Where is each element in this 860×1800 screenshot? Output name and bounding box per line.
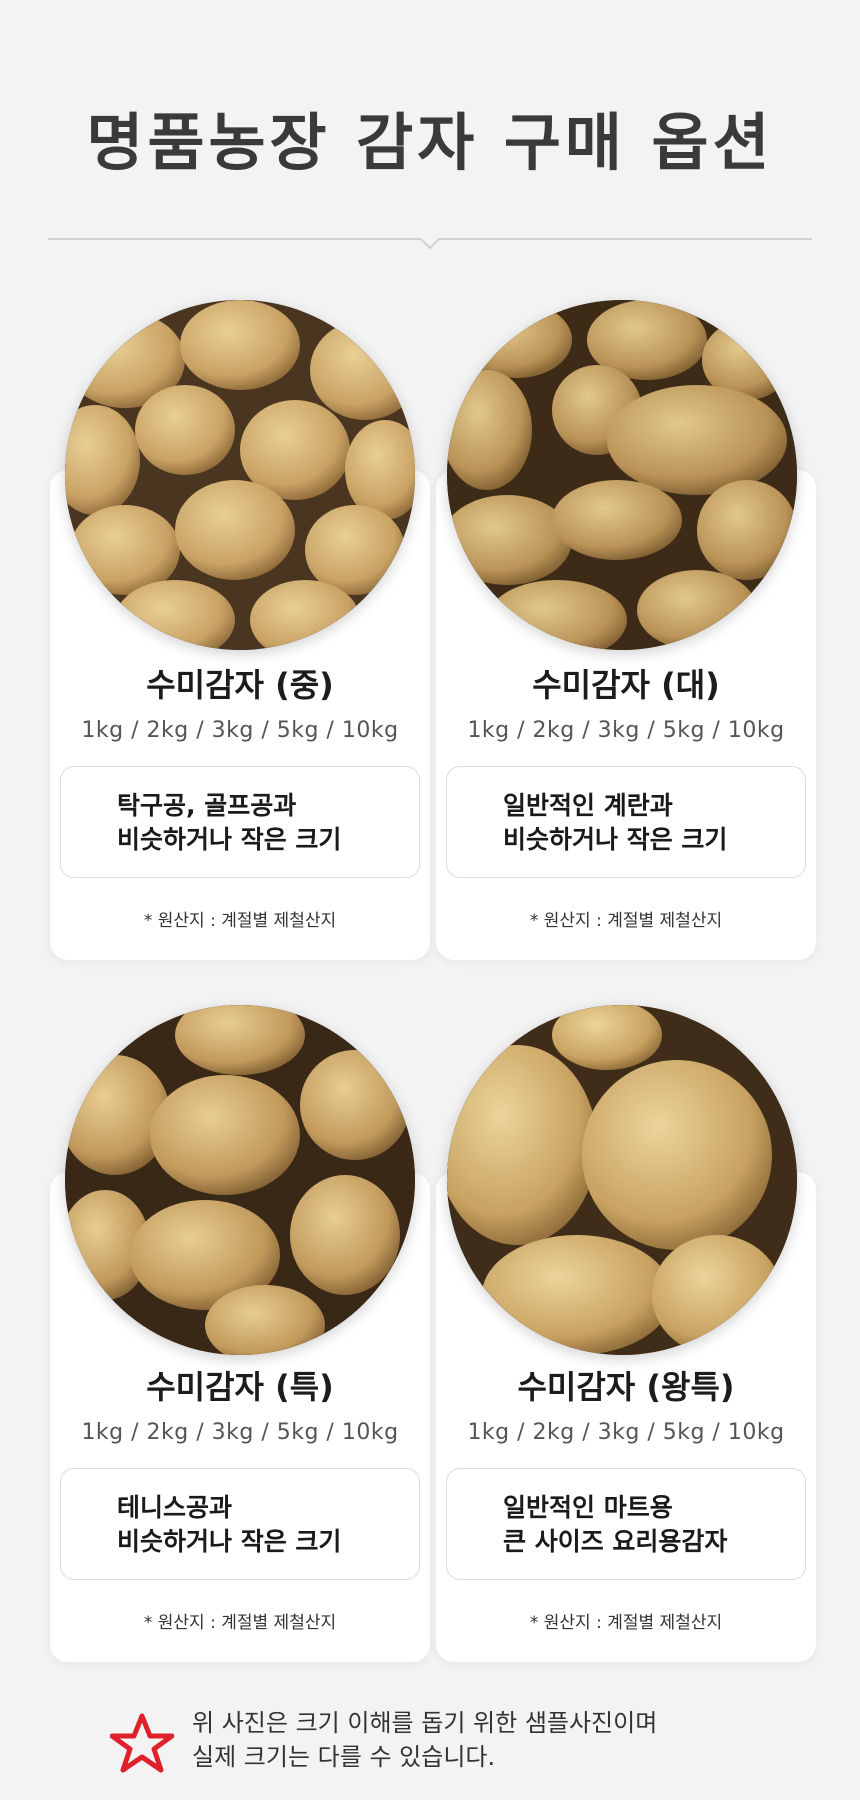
notice-text: 위 사진은 크기 이해를 돕기 위한 샘플사진이며 실제 크기는 다를 수 있습… [192,1706,657,1774]
page-title: 명품농장 감자 구매 옵션 [86,106,774,179]
description-line: 큰 사이즈 요리용감자 [503,1527,728,1556]
notice-line: 위 사진은 크기 이해를 돕기 위한 샘플사진이며 [192,1709,658,1737]
product-name: 수미감자 (특) [146,1368,334,1406]
product-description: 일반적인 계란과 비슷하거나 작은 크기 [446,766,806,878]
description-line: 테니스공과 [117,1493,233,1522]
description-line: 비슷하거나 작은 크기 [117,1527,342,1556]
product-origin: * 원산지 : 계절별 제철산지 [143,1613,337,1633]
product-origin: * 원산지 : 계절별 제철산지 [143,911,337,931]
product-name: 수미감자 (대) [532,666,720,704]
divider-notch [420,238,440,250]
product-weights: 1kg / 2kg / 3kg / 5kg / 10kg [467,718,785,743]
description-line: 일반적인 계란과 [503,791,673,820]
potato-photo-special [65,1005,415,1355]
description-line: 비슷하거나 작은 크기 [503,825,728,854]
product-description: 테니스공과 비슷하거나 작은 크기 [60,1468,420,1580]
star-icon [110,1713,174,1773]
product-name: 수미감자 (중) [146,666,334,704]
product-description: 탁구공, 골프공과 비슷하거나 작은 크기 [60,766,420,878]
description-line: 일반적인 마트용 [503,1493,673,1522]
product-origin: * 원산지 : 계절별 제철산지 [529,1613,723,1633]
potato-photo-large [447,300,797,650]
description-line: 탁구공, 골프공과 [117,791,297,820]
product-description: 일반적인 마트용 큰 사이즈 요리용감자 [446,1468,806,1580]
product-origin: * 원산지 : 계절별 제철산지 [529,911,723,931]
product-weights: 1kg / 2kg / 3kg / 5kg / 10kg [81,1420,399,1445]
product-name: 수미감자 (왕특) [517,1368,735,1406]
description-line: 비슷하거나 작은 크기 [117,825,342,854]
notice-line: 실제 크기는 다를 수 있습니다. [192,1743,496,1771]
product-weights: 1kg / 2kg / 3kg / 5kg / 10kg [467,1420,785,1445]
product-weights: 1kg / 2kg / 3kg / 5kg / 10kg [81,718,399,743]
potato-photo-medium [65,300,415,650]
potato-photo-king [447,1005,797,1355]
